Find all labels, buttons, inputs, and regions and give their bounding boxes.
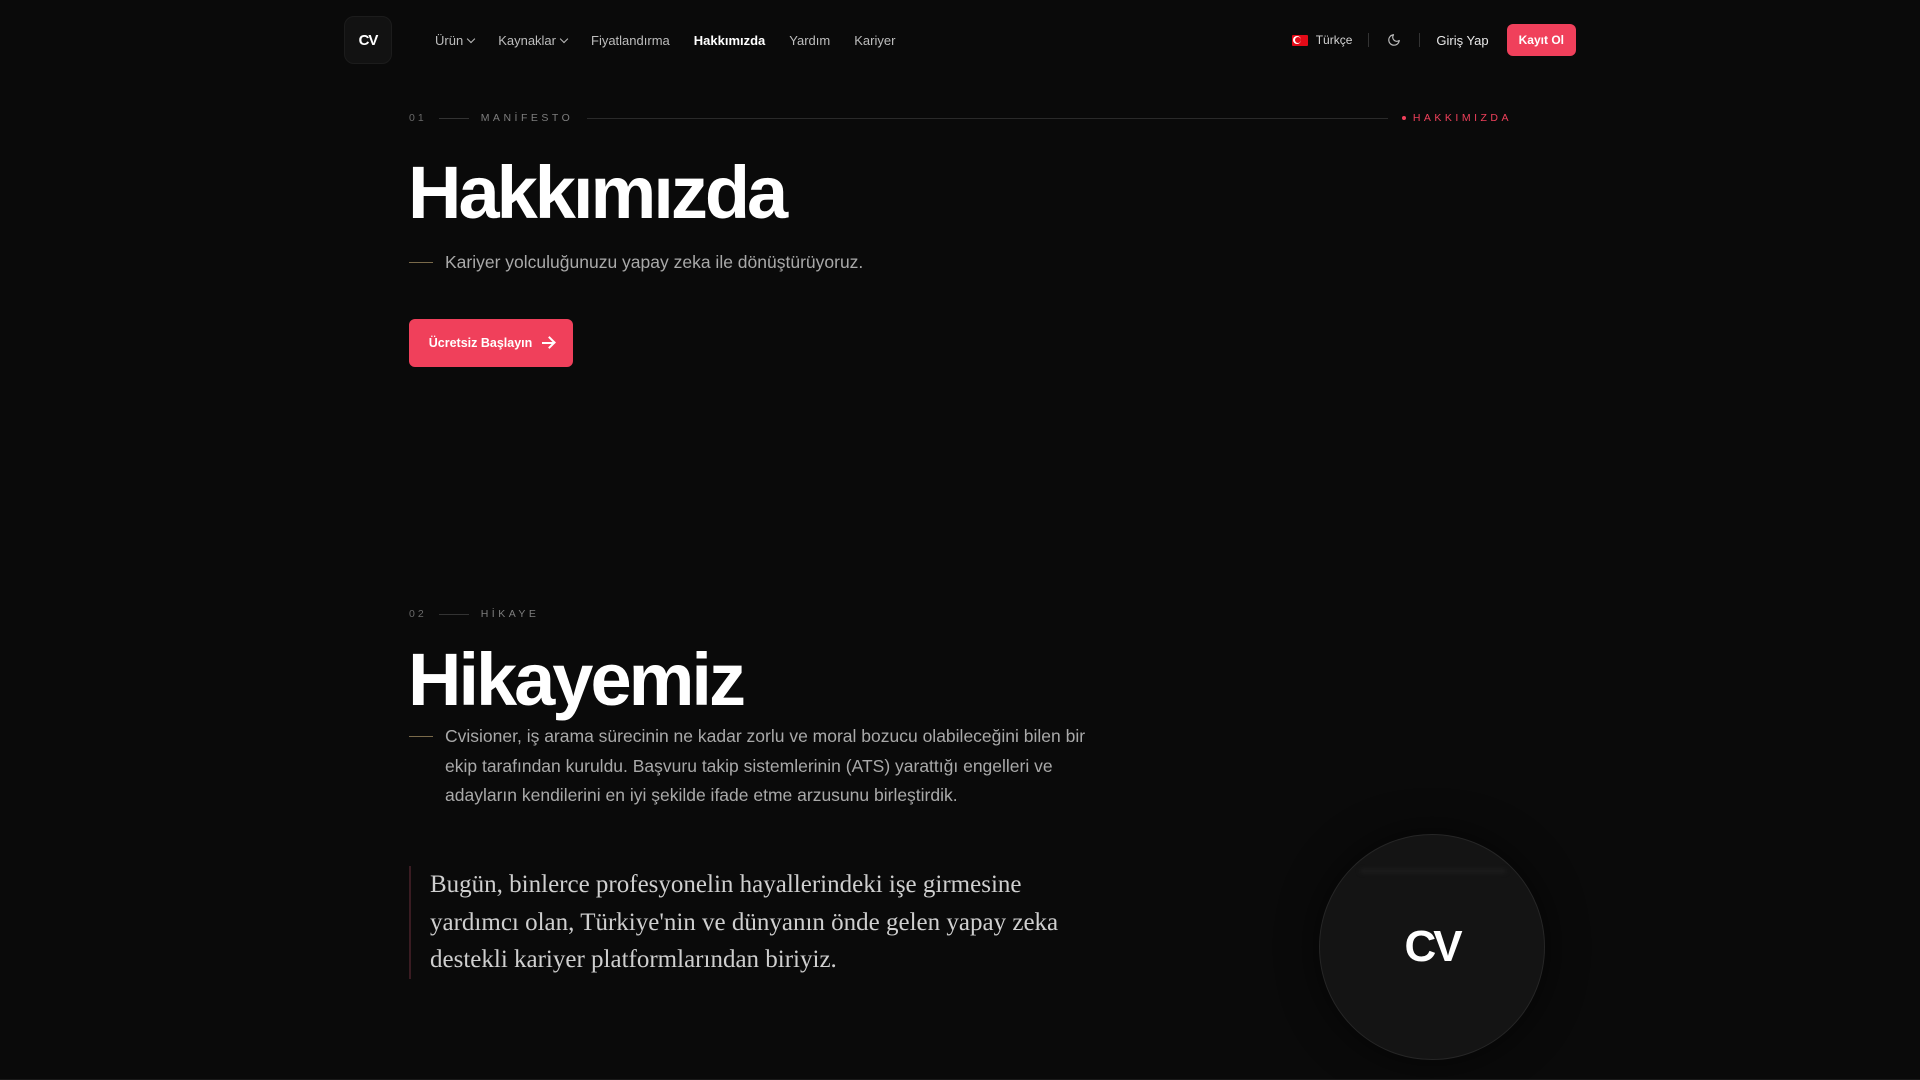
hero-lead: Kariyer yolculuğunuzu yapay zeka ile dön… — [409, 248, 863, 278]
section-number: 01 — [409, 112, 427, 124]
nav-item-hakkimizda[interactable]: Hakkımızda — [694, 33, 766, 48]
nav-item-kariyer[interactable]: Kariyer — [854, 33, 895, 48]
logo-badge: CV — [1319, 834, 1545, 1060]
section-tag: HAKKIMIZDA — [1401, 112, 1512, 124]
page-title: Hakkımızda — [408, 151, 788, 234]
divider — [438, 613, 469, 615]
nav-item-urun[interactable]: Ürün — [435, 32, 476, 48]
story-body-text: Cvisioner, iş arama sürecinin ne kadar z… — [445, 726, 1086, 805]
divider — [438, 117, 469, 119]
divider — [1419, 33, 1421, 47]
arrow-right-icon — [542, 342, 554, 344]
nav-item-kaynaklar[interactable]: Kaynaklar — [498, 32, 569, 48]
story-quote: Bugün, binlerce profesyonelin hayallerin… — [409, 866, 1089, 979]
top-navbar: CV Ürün Kaynaklar Fiyatlandırma Hakkımız… — [344, 16, 1576, 64]
lead-accent-line — [409, 262, 433, 263]
nav-item-label: Ürün — [435, 32, 464, 48]
nav-item-label: Hakkımızda — [693, 32, 766, 48]
nav-item-yardim[interactable]: Yardım — [789, 33, 830, 48]
divider — [587, 117, 1388, 119]
nav-item-label: Kariyer — [854, 32, 896, 48]
start-free-button[interactable]: Ücretsiz Başlayın — [409, 319, 573, 367]
language-label: Türkçe — [1315, 33, 1353, 47]
nav-right: Türkçe Giriş Yap Kayıt Ol — [1291, 24, 1576, 56]
section-label: MANİFESTO — [480, 112, 574, 124]
nav-item-fiyatlandirma[interactable]: Fiyatlandırma — [591, 33, 670, 48]
section-label-manifesto: 01 MANİFESTO HAKKIMIZDA — [409, 112, 1512, 124]
lead-accent-line — [409, 736, 433, 737]
login-link[interactable]: Giriş Yap — [1436, 33, 1488, 48]
nav-item-label: Yardım — [789, 32, 831, 48]
section-tag-label: HAKKIMIZDA — [1412, 112, 1512, 124]
story-body: Cvisioner, iş arama sürecinin ne kadar z… — [409, 722, 1089, 811]
nav-links: Ürün Kaynaklar Fiyatlandırma Hakkımızda … — [435, 33, 919, 48]
language-selector[interactable]: Türkçe — [1291, 33, 1353, 47]
dot-icon — [1401, 116, 1406, 120]
section-number: 02 — [409, 608, 427, 620]
nav-item-label: Fiyatlandırma — [591, 32, 670, 48]
divider — [1368, 33, 1370, 47]
nav-item-label: Kaynaklar — [498, 32, 556, 48]
moon-icon[interactable] — [1385, 31, 1403, 49]
chevron-down-icon — [466, 34, 476, 43]
logo[interactable]: CV — [344, 16, 392, 64]
story-title: Hikayemiz — [408, 638, 746, 721]
signup-button[interactable]: Kayıt Ol — [1506, 24, 1576, 56]
badge-logo: CV — [1404, 922, 1462, 971]
turkey-flag-icon — [1291, 34, 1308, 46]
section-label-hikaye: 02 HİKAYE — [409, 608, 539, 620]
hero-lead-text: Kariyer yolculuğunuzu yapay zeka ile dön… — [445, 252, 864, 272]
badge-highlight — [1360, 869, 1506, 873]
start-free-label: Ücretsiz Başlayın — [428, 336, 533, 350]
section-label: HİKAYE — [480, 608, 540, 620]
chevron-down-icon — [559, 34, 569, 43]
